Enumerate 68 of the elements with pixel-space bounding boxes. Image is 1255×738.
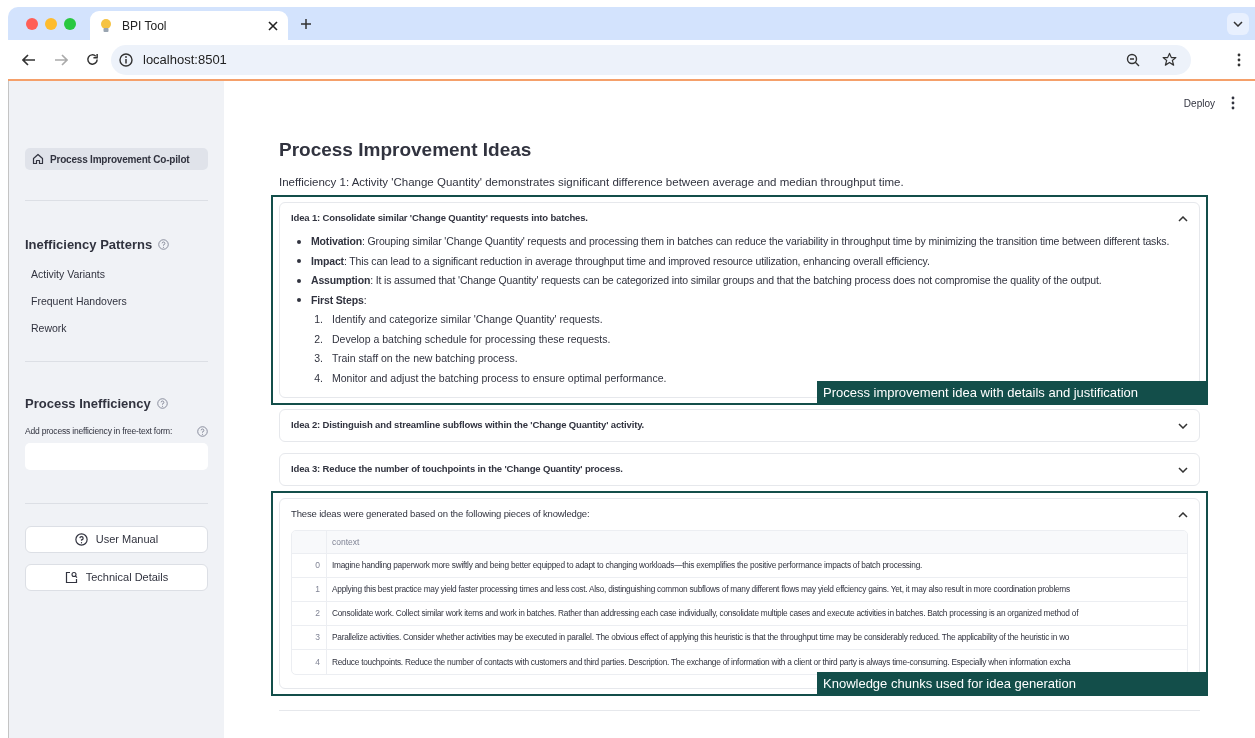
sidebar-link[interactable]: Rework [31,318,67,337]
section-heading: Process Inefficiency [25,394,151,413]
address-bar[interactable]: localhost:8501 [111,44,1191,75]
expander-header[interactable]: These ideas were generated based on the following pieces of knowledge: [280,499,1199,530]
lightbulb-icon [100,17,112,34]
help-icon [74,532,88,546]
chevron-down-icon[interactable] [1178,466,1188,473]
row-index: 2 [292,602,327,625]
chevron-up-icon[interactable] [1178,511,1188,518]
bullet-text: Assumption: It is assumed that 'Change Quantity' requests can be categorized into similar groups and that the batching process does not compromise the quality of the output. [311,273,1102,288]
row-index: 3 [292,626,327,649]
close-icon[interactable] [268,20,278,31]
tab-title: BPI Tool [122,17,168,35]
chevron-down-icon [1233,20,1243,27]
tab-list-button[interactable] [1227,12,1249,35]
back-icon[interactable] [22,53,36,66]
table-cell-text: Imagine handling paperwork more swiftly and being better equipped to adapt to changing workloads—this exemplifies the positive performance impacts of batch processing. [331,559,924,573]
home-icon [32,153,44,165]
document-search-icon [64,570,78,584]
reload-icon[interactable] [86,53,99,66]
page-title: Process Improvement Ideas [279,138,533,162]
step-number: 1. [313,312,323,327]
step-text: Identify and categorize similar 'Change Quantity' requests. [332,312,603,327]
table-cell-text: Consolidate work. Collect similar work items and work in batches. Rather than addressing each case individually, consolidate multiple cases and execute activities in batches. Batch processing is an organized method of [331,607,1080,621]
expander-header[interactable]: Idea 3: Reduce the number of touchpoints in the 'Change Quantity' process. [280,454,1199,485]
bullet-text: First Steps: [311,292,367,308]
sidebar-link[interactable]: Activity Variants [31,264,105,283]
sidebar-link[interactable]: Frequent Handovers [31,291,127,310]
details-button[interactable]: Technical Details [25,563,208,591]
zoom-icon[interactable] [1126,52,1140,67]
section-heading: Inefficiency Patterns [25,236,153,254]
inefficiency-text: Inefficiency 1: Activity 'Change Quantity' demonstrates significant difference between average and median throughput time. [279,175,905,190]
step-text: Train staff on the new batching process. [332,351,518,366]
table-cell-text: Reduce touchpoints. Reduce the number of contacts with customers and third parties. Description. The exchange of information with a client or third party is always time-consuming. Especially when information excha [331,655,1072,669]
expander-header[interactable]: Idea 1: Consolidate similar 'Change Quantity' requests into batches. [280,203,1199,234]
bullet-text: Impact: This can lead to a significant reduction in average throughput time and improved resource utilization, enhancing overall efficiency. [311,253,930,269]
column-header: context [331,535,361,549]
browser-tab[interactable]: BPI Tool [90,11,288,40]
field-label: Add process inefficiency in free-text form: [25,425,173,438]
bullet-icon [297,239,301,244]
bullet-text: Motivation: Grouping similar 'Change Quantity' requests and processing them in batches can reduce the variability in throughput time by minimizing the transition time between different tasks. [311,234,1170,249]
new-tab-icon[interactable] [300,17,312,30]
menu-icon[interactable] [1237,52,1241,67]
row-index: 4 [292,650,327,674]
table-cell-text: Parallelize activities. Consider whether activities may be executed in parallel. The obvious effect of applying this heuristic is that the throughput time may be considerably reduced. The applicability of the heuristic in wo [331,631,1071,645]
table-cell-text: Applying this best practice may yield faster processing times and less cost. Also, distinguishing common subflows of many different flows may yield effciency gains. Yet, it may also result in more coordination problems [331,583,1071,597]
chevron-up-icon[interactable] [1178,215,1188,222]
step-number: 4. [313,370,323,386]
row-index: 0 [292,554,327,577]
step-number: 3. [313,351,323,366]
info-icon[interactable] [119,52,133,67]
deploy-link[interactable]: Deploy [1183,95,1215,111]
bullet-icon [297,278,301,283]
nav-item[interactable]: Process Improvement Co-pilot [25,148,208,170]
bullet-icon [297,259,301,264]
chevron-down-icon[interactable] [1178,422,1188,429]
step-text: Develop a batching schedule for processing these requests. [332,331,611,347]
star-icon[interactable] [1162,52,1177,67]
url-text: localhost:8501 [143,50,228,69]
expander-header[interactable]: Idea 2: Distinguish and streamline subflows within the 'Change Quantity' activity. [280,410,1199,441]
step-number: 2. [313,331,323,347]
annotation-label: Knowledge chunks used for idea generation [817,672,1208,696]
step-text: Monitor and adjust the batching process to ensure optimal performance. [332,370,667,386]
annotation-label: Process improvement idea with details and justification [817,381,1208,405]
bullet-icon [297,298,301,303]
row-index: 1 [292,578,327,601]
menu-icon[interactable] [1231,96,1235,110]
user-manual-button[interactable]: User Manual [25,525,208,553]
